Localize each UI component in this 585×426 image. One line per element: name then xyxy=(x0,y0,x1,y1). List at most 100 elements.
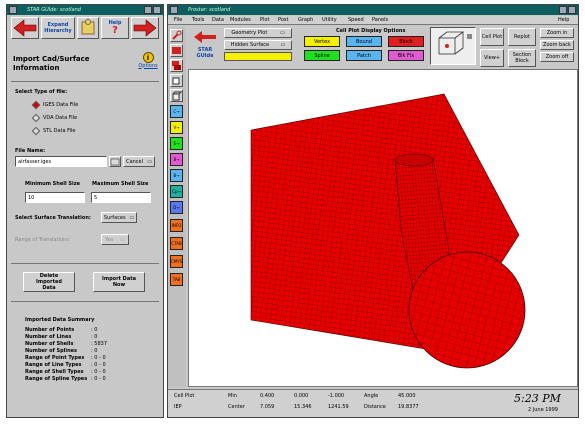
star-arrow-icon xyxy=(194,31,216,43)
menu-help[interactable]: Help xyxy=(558,17,569,23)
summary-row: Range of Shell Types: 0 - 0 xyxy=(25,369,106,375)
dropdown-icon: ▭ xyxy=(119,236,125,243)
zoom-in-button[interactable]: Zoom in xyxy=(540,28,574,38)
maximize-button[interactable] xyxy=(153,6,161,14)
minimize-button[interactable] xyxy=(559,6,567,14)
forward-arrow-button[interactable] xyxy=(131,17,159,39)
options-button[interactable]: i Options xyxy=(135,49,161,71)
tool-b-button[interactable]: B→ xyxy=(170,153,183,166)
right-window: Prostar: scotland File Tools Data Module… xyxy=(167,4,579,418)
folder-icon xyxy=(110,158,120,166)
tool-info-button[interactable]: INFO xyxy=(170,219,183,232)
dropdown-icon: ▭ xyxy=(279,30,285,36)
dropdown-icon: ▭ xyxy=(280,42,286,48)
status-center-z: 1241.59 xyxy=(328,404,349,410)
star-guide-button[interactable]: STAR GUIde xyxy=(190,29,220,59)
range-translations-dropdown[interactable]: Yes ▭ xyxy=(101,234,129,245)
bound-button[interactable]: Bound xyxy=(346,36,382,47)
minimize-button[interactable] xyxy=(144,6,152,14)
menu-modules[interactable]: Modules xyxy=(230,17,251,23)
tool-red-block-button[interactable] xyxy=(170,44,183,57)
radio-iges[interactable] xyxy=(31,100,41,110)
question-icon: ? xyxy=(112,25,118,36)
delete-imported-data-button[interactable]: Delete Imported Data xyxy=(23,272,75,292)
page-title-line1: Import Cad/Surface xyxy=(13,55,90,63)
graphics-viewport[interactable] xyxy=(188,69,578,387)
dropdown-icon: ▭ xyxy=(147,158,152,165)
shell-icon xyxy=(172,77,180,85)
vertex-button[interactable]: Vertex xyxy=(304,36,340,47)
input-field-yellow[interactable] xyxy=(224,52,292,61)
menu-post[interactable]: Post xyxy=(278,17,288,23)
tool-s-button[interactable]: S→ xyxy=(170,137,183,150)
radio-vda[interactable] xyxy=(31,113,41,123)
window-menu-button[interactable] xyxy=(170,6,178,14)
page-title-line2: Information xyxy=(13,64,60,72)
menu-plot[interactable]: Plot xyxy=(260,17,269,23)
summary-title: Imported Data Summary xyxy=(25,317,95,323)
file-name-input[interactable]: airfasser.iges xyxy=(15,156,107,167)
menu-utility[interactable]: Utility xyxy=(322,17,337,23)
left-window-title: STAR GUIde: scotland xyxy=(27,7,81,13)
max-shell-input[interactable]: 5 xyxy=(91,192,151,203)
patch-button[interactable]: Patch xyxy=(346,50,382,61)
tool-cube-button[interactable] xyxy=(170,89,183,102)
block-button[interactable]: Block xyxy=(388,36,424,47)
min-shell-input[interactable]: 10 xyxy=(25,192,85,203)
summary-row: Number of Points: 0 xyxy=(25,327,98,333)
replot-button[interactable]: Replot xyxy=(508,28,536,46)
geometry-plot-dropdown[interactable]: Geometry Plot ▭ xyxy=(224,28,292,38)
radio-stl[interactable] xyxy=(31,126,41,136)
mesh-model-graphic xyxy=(250,93,526,369)
clock-date: 2 June 1999 xyxy=(528,407,558,413)
tool-ctab-button[interactable]: CTAB xyxy=(170,237,183,250)
view-plus-button[interactable]: View+ xyxy=(480,49,504,67)
status-angle-value: 45.000 xyxy=(398,393,416,399)
tool-cp-button[interactable]: Cp→ xyxy=(170,185,183,198)
zoom-off-button[interactable]: Zoom off xyxy=(540,52,574,62)
window-menu-button[interactable] xyxy=(9,6,17,14)
right-titlebar[interactable]: Prostar: scotland xyxy=(168,5,578,15)
wrench-icon xyxy=(172,30,182,40)
menu-panels[interactable]: Panels xyxy=(372,17,388,23)
menu-file[interactable]: File xyxy=(174,17,182,23)
clock-time: 5:23 PM xyxy=(514,392,561,405)
maximize-button[interactable] xyxy=(568,6,576,14)
tool-cmys-button[interactable]: CMYS xyxy=(170,255,183,268)
folder-button[interactable] xyxy=(109,156,121,167)
puzzle-icon xyxy=(81,19,95,35)
status-min-x: 0.400 xyxy=(260,393,275,399)
menu-data[interactable]: Data xyxy=(212,17,224,23)
tool-red-stack-button[interactable] xyxy=(170,59,183,72)
tool-d-button[interactable]: D→ xyxy=(170,201,183,214)
spline-button[interactable]: Spline xyxy=(304,50,340,61)
select-surface-dropdown[interactable]: Surfaces ▭ xyxy=(101,212,137,223)
tool-v-button[interactable]: V→ xyxy=(170,121,183,134)
blk-flx-button[interactable]: Blk Flx xyxy=(388,50,424,61)
file-select-dropdown[interactable]: Cancel ▭ xyxy=(123,156,155,167)
left-titlebar[interactable]: STAR GUIde: scotland xyxy=(7,5,163,15)
help-button[interactable]: Help ? xyxy=(101,17,129,39)
tool-c-button[interactable]: C→ xyxy=(170,105,183,118)
hidden-surface-dropdown[interactable]: Hidden Surface ▭ xyxy=(224,40,292,50)
status-iep: IEP xyxy=(174,404,182,410)
puzzle-button[interactable] xyxy=(77,17,99,39)
menu-tools[interactable]: Tools xyxy=(192,17,204,23)
status-distance-label: Distance xyxy=(364,404,386,410)
menu-graph[interactable]: Graph xyxy=(298,17,313,23)
tool-b2-button[interactable]: B→ xyxy=(170,169,183,182)
tool-wrench-button[interactable] xyxy=(170,29,183,42)
zoom-back-button[interactable]: Zoom back xyxy=(540,40,574,50)
summary-row: Number of Splines: 0 xyxy=(25,348,98,354)
cell-plot-button[interactable]: Cell Plot xyxy=(480,28,504,46)
import-data-now-button[interactable]: Import Data Now xyxy=(93,272,145,292)
red-block-icon xyxy=(172,47,181,54)
expand-button[interactable]: Expand Hierarchy xyxy=(41,17,75,39)
divider xyxy=(11,263,159,264)
tool-shell-button[interactable] xyxy=(170,74,183,87)
section-block-button[interactable]: Section Block xyxy=(508,49,536,67)
back-arrow-button[interactable] xyxy=(11,17,39,39)
view-cube[interactable] xyxy=(430,27,476,65)
menu-speed[interactable]: Speed xyxy=(348,17,364,23)
tool-tab-button[interactable]: TAB xyxy=(170,273,183,286)
